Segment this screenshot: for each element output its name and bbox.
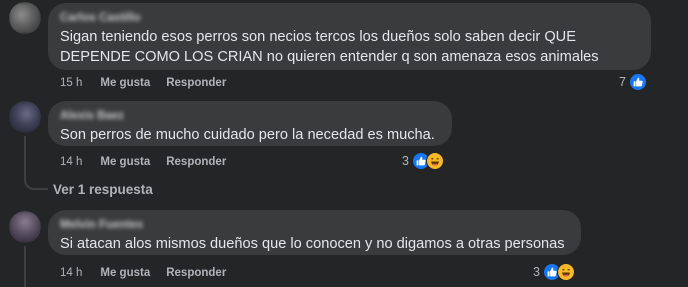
avatar[interactable] — [9, 211, 41, 243]
reaction-summary[interactable]: 3 — [402, 152, 444, 170]
comment-time[interactable]: 14 h — [60, 267, 82, 279]
like-button[interactable]: Me gusta — [100, 267, 150, 279]
comment-time[interactable]: 15 h — [60, 77, 82, 89]
view-replies-link[interactable]: Ver 1 respuesta — [53, 182, 153, 197]
reaction-summary[interactable]: 7 — [619, 73, 647, 91]
reply-button[interactable]: Responder — [166, 77, 226, 89]
reaction-summary[interactable]: 3 — [533, 263, 575, 281]
reaction-count: 3 — [402, 154, 409, 168]
comment-author[interactable]: Alexis Baez — [60, 109, 440, 123]
like-button[interactable]: Me gusta — [100, 156, 150, 168]
reaction-count: 3 — [533, 265, 540, 279]
like-icon — [628, 73, 647, 91]
avatar[interactable] — [9, 101, 41, 133]
comment-text: Sigan teniendo esos perros son necios te… — [60, 29, 599, 65]
reaction-count: 7 — [619, 75, 626, 89]
comment-bubble: Melvin Fuentes Si atacan alos mismos due… — [48, 210, 581, 255]
reply-button[interactable]: Responder — [166, 267, 226, 279]
reply-button[interactable]: Responder — [166, 156, 226, 168]
like-button[interactable]: Me gusta — [100, 77, 150, 89]
comment-text: Son perros de mucho cuidado pero la nece… — [60, 127, 435, 143]
comment-actions: 15 h Me gusta Responder — [60, 75, 242, 91]
comment-text: Si atacan alos mismos dueños que lo cono… — [60, 236, 565, 252]
comment-actions: 14 h Me gusta Responder — [60, 265, 242, 281]
comment-author[interactable]: Carlos Castillo — [60, 11, 639, 25]
comment-bubble: Alexis Baez Son perros de mucho cuidado … — [48, 101, 452, 146]
comment-actions: 14 h Me gusta Responder — [60, 154, 242, 170]
thread-connector — [24, 170, 48, 190]
haha-icon — [556, 263, 575, 281]
avatar[interactable] — [9, 2, 41, 34]
thread-line — [24, 246, 26, 287]
comment-bubble: Carlos Castillo Sigan teniendo esos perr… — [48, 3, 651, 70]
comment-author[interactable]: Melvin Fuentes — [60, 218, 569, 232]
haha-icon — [425, 152, 444, 170]
comment-time[interactable]: 14 h — [60, 156, 82, 168]
